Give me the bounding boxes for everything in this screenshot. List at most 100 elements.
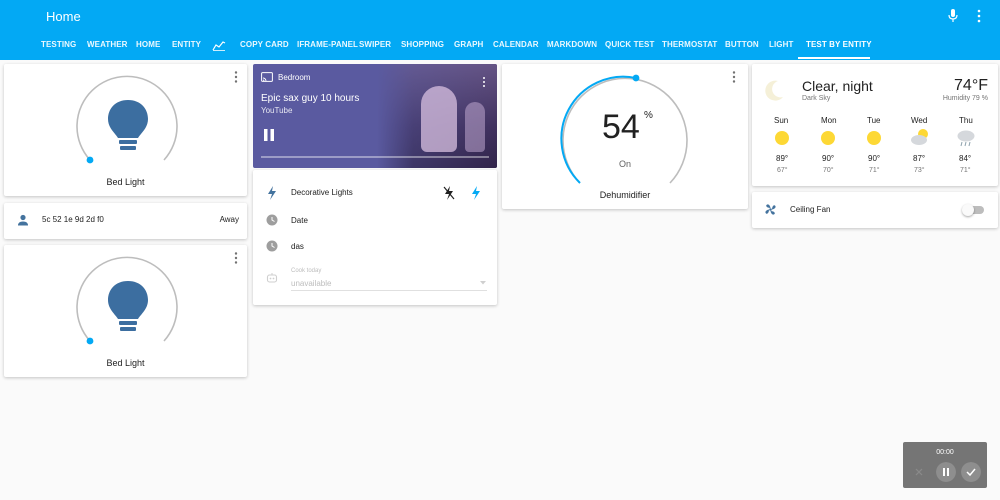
humidifier-card: 54 % On Dehumidifier: [502, 64, 748, 209]
tab-graph[interactable]: GRAPH: [454, 40, 483, 49]
forecast-day: Sun: [774, 116, 789, 125]
tab-calendar[interactable]: CALENDAR: [493, 40, 539, 49]
tab-light[interactable]: LIGHT: [769, 40, 794, 49]
forecast-day: Mon: [821, 116, 837, 125]
lightbulb-icon[interactable]: [105, 98, 151, 154]
device-tracker-state: Away: [219, 215, 239, 224]
recorder-time: 00:00: [936, 449, 954, 456]
toggle-knob: [962, 204, 974, 216]
microphone-icon[interactable]: [946, 8, 960, 24]
input-label: Cook today: [291, 268, 322, 274]
chevron-down-icon: [480, 281, 486, 285]
tab-testing[interactable]: TESTING: [41, 40, 76, 49]
weather-provider: Dark Sky: [802, 95, 831, 102]
flash-off-button[interactable]: [443, 186, 455, 200]
app-header: Home TESTING WEATHER HOME ENTITY COPY CA…: [0, 0, 1000, 60]
tab-iframe-panel[interactable]: IFRAME-PANEL: [297, 40, 358, 49]
tab-entity[interactable]: ENTITY: [172, 40, 201, 49]
more-options-icon[interactable]: [729, 70, 739, 84]
light-card: Bed Light: [4, 245, 247, 377]
robot-icon: [266, 273, 278, 283]
more-options-icon[interactable]: [231, 70, 241, 84]
entity-row-label: Date: [291, 216, 308, 225]
account-icon: [18, 214, 28, 226]
tab-copy-card[interactable]: COPY CARD: [240, 40, 289, 49]
forecast-high: 87°: [913, 154, 926, 163]
tab-home[interactable]: HOME: [136, 40, 160, 49]
weather-humidity: Humidity 79 %: [942, 95, 988, 102]
forecast-day: Thu: [959, 116, 973, 125]
sunny-icon: [821, 131, 835, 145]
forecast-low: 73°: [914, 167, 925, 174]
tab-thermostat[interactable]: THERMOSTAT: [662, 40, 717, 49]
tab-weather[interactable]: WEATHER: [87, 40, 128, 49]
forecast-day: Tue: [867, 116, 881, 125]
input-value[interactable]: unavailable: [291, 279, 331, 288]
fan-toggle[interactable]: [962, 204, 984, 216]
tab-swiper[interactable]: SWIPER: [359, 40, 391, 49]
light-card: Bed Light: [4, 64, 247, 196]
more-options-icon[interactable]: [231, 251, 241, 265]
tab-graph-icon[interactable]: [212, 41, 226, 51]
forecast-low: 71°: [869, 167, 880, 174]
artwork-figure: [465, 102, 485, 152]
fan-icon: [765, 204, 776, 215]
forecast-high: 90°: [822, 154, 835, 163]
humidifier-name: Dehumidifier: [599, 190, 651, 200]
flash-on-button[interactable]: [471, 186, 481, 200]
weather-temperature: 74°F: [954, 77, 988, 94]
tab-shopping[interactable]: SHOPPING: [401, 40, 444, 49]
partly-cloudy-icon: [911, 129, 928, 145]
moon-icon: [765, 80, 783, 101]
humidity-unit: %: [644, 110, 653, 121]
media-app-name: YouTube: [261, 106, 293, 115]
fan-row-card: Ceiling Fan: [752, 192, 998, 228]
device-tracker-id: 5c 52 1e 9d 2d f0: [42, 215, 104, 224]
input-underline: [291, 290, 487, 291]
entity-row-label: das: [291, 242, 304, 251]
recorder-toast: 00:00: [903, 442, 987, 488]
forecast-low: 71°: [960, 167, 971, 174]
entities-card: Decorative Lights Date das Cook today un…: [253, 170, 497, 305]
menu-button[interactable]: [0, 0, 40, 32]
clock-icon: [266, 214, 278, 226]
light-name: Bed Light: [106, 358, 145, 368]
media-progress-bar[interactable]: [261, 156, 489, 158]
sunny-icon: [867, 131, 881, 145]
tab-quick-test[interactable]: QUICK TEST: [605, 40, 654, 49]
forecast-high: 84°: [959, 154, 972, 163]
forecast-low: 67°: [777, 167, 788, 174]
entity-row-label: Decorative Lights: [291, 188, 353, 197]
sunny-icon: [775, 131, 789, 145]
page-title: Home: [46, 9, 81, 24]
flash-icon: [268, 186, 276, 200]
weather-card[interactable]: Clear, night Dark Sky 74°F Humidity 79 %…: [752, 64, 998, 186]
tab-button[interactable]: BUTTON: [725, 40, 759, 49]
tab-test-by-entity[interactable]: TEST BY ENTITY: [806, 40, 872, 49]
humidifier-state: On: [618, 159, 631, 169]
fan-name: Ceiling Fan: [790, 205, 831, 214]
pause-button[interactable]: [936, 462, 956, 482]
pause-button[interactable]: [263, 128, 275, 142]
media-device-name: Bedroom: [278, 73, 311, 82]
weather-condition: Clear, night: [802, 78, 873, 94]
close-icon[interactable]: [909, 462, 929, 482]
lightbulb-icon[interactable]: [105, 279, 151, 335]
cast-icon: [261, 72, 273, 82]
forecast-day: Wed: [911, 116, 928, 125]
rain-icon: [957, 130, 975, 147]
person-row-card[interactable]: 5c 52 1e 9d 2d f0 Away: [4, 203, 247, 239]
confirm-button[interactable]: [961, 462, 981, 482]
light-name: Bed Light: [106, 177, 145, 187]
tab-markdown[interactable]: MARKDOWN: [547, 40, 597, 49]
artwork-figure: [421, 86, 457, 152]
forecast-high: 90°: [868, 154, 881, 163]
media-title: Epic sax guy 10 hours: [261, 93, 360, 104]
humidity-value: 54: [602, 108, 640, 146]
media-control-card: Bedroom Epic sax guy 10 hours YouTube: [253, 64, 497, 168]
more-options-icon[interactable]: [481, 76, 487, 88]
forecast-high: 89°: [776, 154, 789, 163]
active-tab-indicator: [798, 57, 870, 59]
forecast-low: 70°: [823, 167, 834, 174]
overflow-menu-icon[interactable]: [974, 8, 984, 24]
